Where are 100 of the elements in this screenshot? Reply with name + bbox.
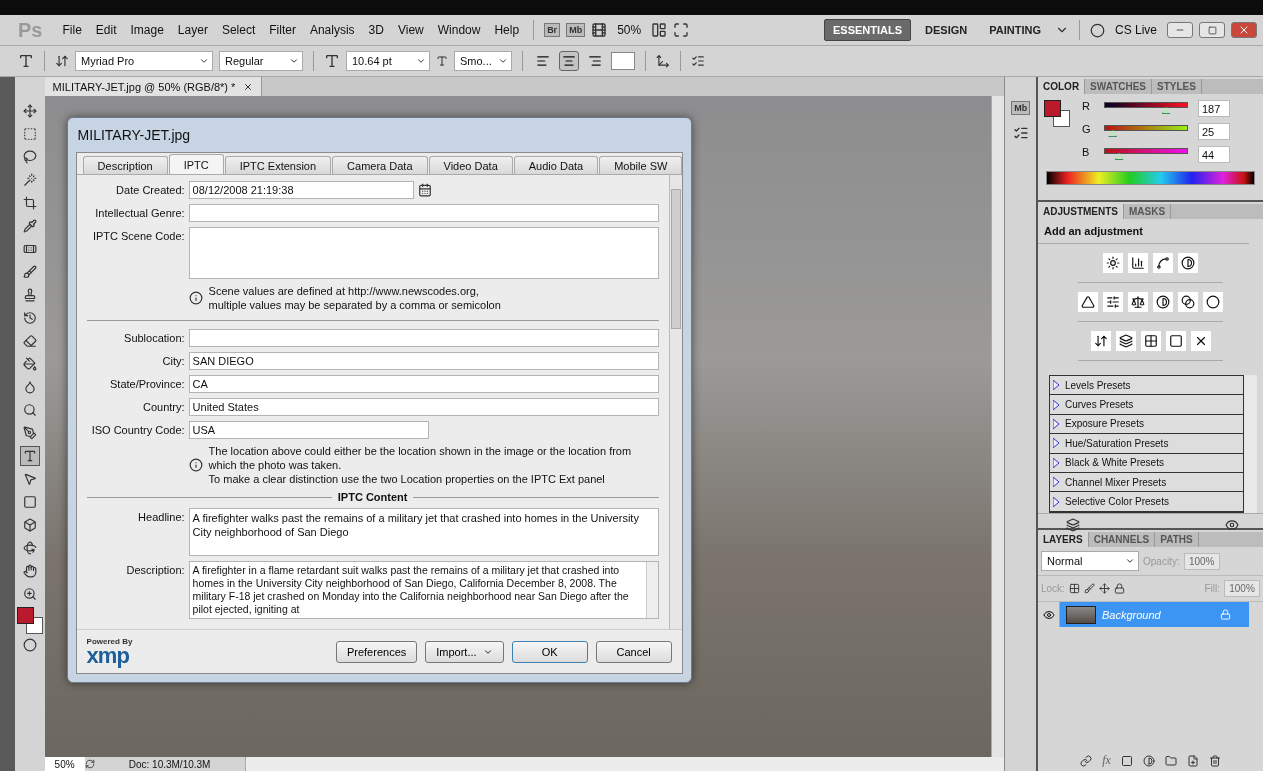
- vertical-scrollbar[interactable]: [1244, 375, 1257, 513]
- text-field[interactable]: SAN DIEGO: [188, 352, 659, 370]
- slider-thumb[interactable]: [1114, 153, 1124, 160]
- minimize-button[interactable]: [1167, 22, 1193, 38]
- dialog-button[interactable]: Preferences: [335, 640, 418, 663]
- move-icon[interactable]: [1098, 583, 1110, 594]
- text-area[interactable]: A firefighter in a flame retardant suit walks past the remains of a military jet that crashed into homes in the University City neighborhood of San Diego, California December 8, 2008. The military F-18 jet crashed on Monday into the California neighborhood near San Diego after the pilot ejected, igniting at: [188, 561, 659, 619]
- folder-icon[interactable]: [1164, 754, 1177, 767]
- scale-icon[interactable]: [1128, 292, 1148, 312]
- bars-icon[interactable]: [1103, 292, 1123, 312]
- menu-item[interactable]: Layer: [173, 23, 212, 37]
- text-field[interactable]: [188, 204, 659, 222]
- slider-thumb[interactable]: [1108, 130, 1118, 137]
- dialog-button[interactable]: Cancel: [595, 640, 672, 663]
- preset-item[interactable]: Curves Presets: [1050, 395, 1243, 415]
- dialog-button[interactable]: Import...: [425, 640, 504, 663]
- font-style-select[interactable]: Regular: [219, 51, 303, 71]
- text-field[interactable]: United States: [188, 398, 659, 416]
- menu-item[interactable]: File: [58, 23, 86, 37]
- brush-icon[interactable]: [1083, 583, 1095, 594]
- preset-item[interactable]: Channel Mixer Presets: [1050, 472, 1243, 493]
- vertical-scrollbar[interactable]: [991, 96, 1005, 757]
- curve-icon[interactable]: [1153, 253, 1173, 273]
- workspace-button[interactable]: PAINTING: [981, 20, 1049, 40]
- film-icon[interactable]: [591, 22, 608, 38]
- type-icon[interactable]: [18, 53, 34, 69]
- zoom-field[interactable]: 50%: [44, 757, 85, 771]
- dialog-button[interactable]: OK: [511, 640, 588, 663]
- calendar-icon[interactable]: [417, 181, 432, 199]
- lock-icon[interactable]: [1113, 583, 1125, 594]
- opacity-field[interactable]: 100%: [1183, 552, 1220, 570]
- close-button[interactable]: [1231, 22, 1257, 38]
- restore-button[interactable]: [1199, 22, 1225, 38]
- horizontal-scrollbar[interactable]: [244, 757, 1005, 771]
- preset-item[interactable]: Exposure Presets: [1050, 414, 1243, 435]
- text-area[interactable]: A firefighter walks past the remains of a military jet that crashed into homes in the University City neighborhood of San Diego: [188, 508, 659, 556]
- preset-item[interactable]: Black & White Presets: [1050, 453, 1243, 473]
- antialias-select[interactable]: Smo...: [454, 51, 512, 71]
- text-field[interactable]: [188, 329, 659, 347]
- align-button[interactable]: [559, 51, 579, 71]
- layout-icon[interactable]: [651, 22, 668, 38]
- dialog-tab[interactable]: Video Data: [428, 156, 513, 174]
- menu-item[interactable]: Select: [217, 23, 260, 37]
- screen-mode-icon[interactable]: [673, 22, 690, 38]
- channel-value-field[interactable]: 187: [1198, 100, 1230, 117]
- dialog-tab[interactable]: Audio Data: [513, 156, 599, 174]
- circles-icon[interactable]: [1178, 292, 1198, 312]
- panel-tab[interactable]: COLOR: [1038, 79, 1086, 94]
- blend-mode-select[interactable]: Normal: [1041, 551, 1139, 571]
- swap-icon[interactable]: [1090, 331, 1111, 351]
- fx-button[interactable]: fx: [1102, 753, 1111, 768]
- dialog-tab[interactable]: Description: [82, 156, 168, 174]
- workspace-button[interactable]: ESSENTIALS: [823, 19, 912, 41]
- channel-value-field[interactable]: 44: [1198, 146, 1230, 163]
- panel-tab[interactable]: ADJUSTMENTS: [1038, 204, 1124, 219]
- type-icon[interactable]: [19, 446, 40, 466]
- color-chips[interactable]: [16, 607, 43, 635]
- fill-field[interactable]: 100%: [1224, 580, 1260, 597]
- tool-presets-icon[interactable]: [1012, 125, 1029, 141]
- histogram-icon[interactable]: [1128, 253, 1148, 273]
- workspace-button[interactable]: DESIGN: [917, 20, 976, 40]
- menu-item[interactable]: Filter: [265, 23, 300, 37]
- link-icon[interactable]: [1080, 754, 1093, 767]
- mini-bridge-button[interactable]: Mb: [566, 23, 586, 37]
- text-orientation-icon[interactable]: [55, 54, 69, 68]
- color-ramp[interactable]: [1046, 171, 1255, 185]
- warp-text-icon[interactable]: [656, 54, 670, 68]
- menu-item[interactable]: View: [393, 23, 428, 37]
- trash-icon[interactable]: [1208, 754, 1221, 767]
- text-color-swatch[interactable]: [611, 52, 635, 70]
- bridge-button[interactable]: Br: [544, 23, 561, 37]
- menu-item[interactable]: 3D: [364, 23, 388, 37]
- dialog-tab[interactable]: IPTC Extension: [224, 156, 332, 174]
- dialog-tab[interactable]: IPTC: [168, 154, 224, 174]
- sun-icon[interactable]: [1103, 253, 1123, 273]
- new-layer-icon[interactable]: [1186, 754, 1199, 767]
- menu-item[interactable]: Analysis: [305, 23, 359, 37]
- channel-value-field[interactable]: 25: [1198, 123, 1230, 140]
- mini-bridge-button[interactable]: Mb: [1011, 101, 1031, 115]
- preset-item[interactable]: Levels Presets: [1050, 376, 1243, 396]
- panel-list-icon[interactable]: [691, 54, 705, 68]
- text-field[interactable]: CA: [188, 375, 659, 393]
- menu-item[interactable]: Help: [490, 23, 524, 37]
- date-field[interactable]: 08/12/2008 21:19:38: [188, 181, 414, 199]
- document-tab[interactable]: MILITARY-JET.jpg @ 50% (RGB/8*) *: [44, 77, 263, 96]
- menu-item[interactable]: Window: [433, 23, 485, 37]
- text-field[interactable]: USA: [188, 421, 429, 439]
- panel-tab[interactable]: LAYERS: [1038, 532, 1089, 547]
- close-icon[interactable]: [243, 81, 254, 92]
- preset-item[interactable]: Hue/Saturation Presets: [1050, 434, 1243, 454]
- vertical-scrollbar[interactable]: [668, 175, 682, 629]
- menu-item[interactable]: Edit: [91, 23, 121, 37]
- dialog-tab[interactable]: Mobile SW: [599, 156, 682, 174]
- cs-live-menu[interactable]: CS Live: [1110, 23, 1161, 37]
- preset-item[interactable]: Selective Color Presets: [1050, 492, 1243, 512]
- dialog-tab[interactable]: Camera Data: [332, 156, 428, 174]
- font-family-select[interactable]: Myriad Pro: [75, 51, 213, 71]
- eye-icon[interactable]: [1038, 602, 1060, 627]
- font-size-select[interactable]: 10.64 pt: [346, 51, 430, 71]
- zoom-dropdown[interactable]: 50%: [613, 23, 646, 37]
